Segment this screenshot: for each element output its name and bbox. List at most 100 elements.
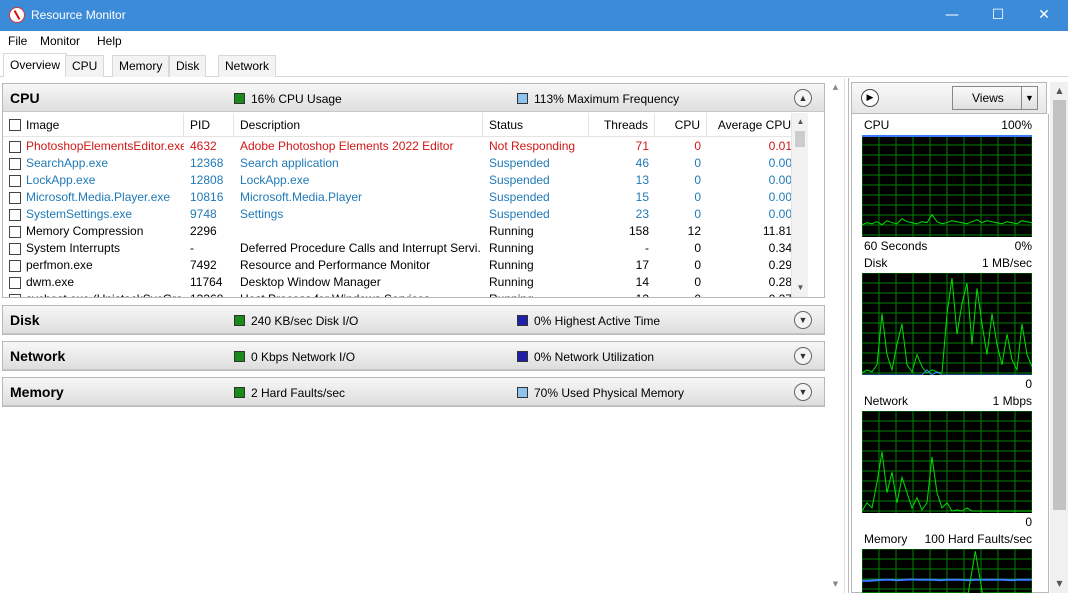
row-description: Settings (240, 207, 284, 221)
cpu-table-header: Image PID Description Status ˆ Threads C… (3, 113, 808, 137)
row-checkbox[interactable] (9, 226, 21, 238)
row-checkbox[interactable] (9, 175, 21, 187)
cpu-frequency-indicator (517, 93, 528, 104)
row-cpu: 0 (694, 207, 701, 221)
row-checkbox[interactable] (9, 209, 21, 221)
row-average-cpu: 11.81 (762, 224, 792, 238)
row-description: Adobe Photoshop Elements 2022 Editor (240, 139, 454, 153)
menu-help[interactable]: Help (97, 34, 122, 48)
main-scrollbar[interactable]: ▲ ▼ (827, 78, 844, 593)
row-checkbox[interactable] (9, 260, 21, 272)
expand-disk-chevron-down-icon[interactable]: ▼ (794, 311, 812, 329)
collapse-cpu-chevron-up-icon[interactable]: ▲ (794, 89, 812, 107)
network-section-header[interactable]: Network 0 Kbps Network I/O 0% Network Ut… (3, 342, 824, 370)
row-description: LockApp.exe (240, 173, 310, 187)
col-image[interactable]: Image (20, 113, 184, 137)
memory-graph-label: Memory (864, 532, 908, 546)
table-row[interactable]: Memory Compression 2296 Running 158 12 11.81 (3, 223, 808, 240)
table-row[interactable]: SearchApp.exe 12368 Search application Susp… (3, 155, 808, 172)
row-description: Desktop Window Manager (240, 275, 381, 289)
table-row[interactable]: Microsoft.Media.Player.exe 10816 Microsoft… (3, 189, 808, 206)
close-button[interactable]: ✕ (1021, 0, 1067, 31)
tab-network[interactable]: Network (218, 55, 277, 77)
memory-used-text: 70% Used Physical Memory (534, 386, 685, 400)
table-row[interactable]: perfmon.exe 7492 Resource and Performance … (3, 257, 808, 274)
col-threads[interactable]: Threads (589, 113, 655, 137)
disk-section-title: Disk (10, 312, 40, 328)
graph-scroll-up-arrow-icon[interactable]: ▲ (1051, 84, 1068, 98)
views-label: Views (972, 91, 1004, 105)
table-row[interactable]: System Interrupts - Deferred Procedure Cal… (3, 240, 808, 257)
disk-active-indicator (517, 315, 528, 326)
scroll-down-arrow-icon[interactable]: ▼ (792, 281, 808, 295)
row-average-cpu: 0.28 (768, 275, 792, 289)
scroll-thumb[interactable] (795, 131, 805, 147)
graph-panel-scrollbar[interactable]: ▲ ▼ (1050, 82, 1068, 593)
table-row[interactable]: LockApp.exe 12808 LockApp.exe Suspended 13 0 0… (3, 172, 808, 189)
minimize-button[interactable]: — (929, 0, 975, 31)
graph-scroll-thumb[interactable] (1053, 100, 1066, 510)
network-util-text: 0% Network Utilization (534, 350, 655, 364)
table-row[interactable]: svchost.exe (UnistackSvcGro... 13368 Host … (3, 291, 808, 297)
tab-disk[interactable]: Disk (169, 55, 207, 77)
row-cpu: 0 (694, 139, 701, 153)
row-cpu: 0 (694, 156, 701, 170)
memory-section-title: Memory (10, 384, 64, 400)
cpu-section-header[interactable]: CPU 16% CPU Usage 113% Maximum Frequency… (3, 84, 824, 112)
memory-section-header[interactable]: Memory 2 Hard Faults/sec 70% Used Physic… (3, 378, 824, 406)
row-checkbox[interactable] (9, 141, 21, 153)
row-checkbox[interactable] (9, 158, 21, 170)
col-pid[interactable]: PID (184, 113, 234, 137)
row-checkbox[interactable] (9, 294, 21, 297)
row-status: Suspended (489, 156, 550, 170)
views-dropdown-icon[interactable]: ▼ (1021, 87, 1037, 109)
row-pid: 12808 (190, 173, 224, 187)
tab-memory[interactable]: Memory (112, 55, 170, 77)
resource-monitor-app-icon (9, 7, 25, 23)
memory-faults-indicator (234, 387, 245, 398)
main-scroll-down-arrow-icon[interactable]: ▼ (827, 577, 844, 591)
row-checkbox[interactable] (9, 192, 21, 204)
network-util-indicator (517, 351, 528, 362)
maximize-button[interactable]: ☐ (975, 0, 1021, 31)
row-description: Deferred Procedure Calls and Interrupt S… (240, 241, 480, 255)
col-description[interactable]: Description (234, 113, 483, 137)
col-average-cpu[interactable]: Average CPU (707, 113, 798, 137)
sort-caret-icon: ˆ (530, 113, 533, 119)
table-row[interactable]: dwm.exe 11764 Desktop Window Manager Runnin… (3, 274, 808, 291)
row-status: Suspended (489, 173, 550, 187)
row-checkbox[interactable] (9, 277, 21, 289)
cpu-table-scrollbar[interactable]: ▲ ▼ (791, 113, 808, 297)
row-image: dwm.exe (26, 275, 75, 289)
expand-network-chevron-down-icon[interactable]: ▼ (794, 347, 812, 365)
row-checkbox[interactable] (9, 243, 21, 255)
cpu-usage-text: 16% CPU Usage (251, 92, 342, 106)
menu-monitor[interactable]: Monitor (40, 34, 80, 48)
col-cpu[interactable]: CPU (655, 113, 707, 137)
disk-section-header[interactable]: Disk 240 KB/sec Disk I/O 0% Highest Acti… (3, 306, 824, 334)
network-section-title: Network (10, 348, 66, 364)
row-status: Running (489, 275, 534, 289)
row-status: Not Responding (489, 139, 576, 153)
table-row[interactable]: PhotoshopElementsEditor.exe 4632 Adobe Pho… (3, 138, 808, 155)
table-row[interactable]: SystemSettings.exe 9748 Settings Suspended 2… (3, 206, 808, 223)
collapse-panel-arrow-icon[interactable]: ▶ (861, 89, 879, 107)
col-status[interactable]: Status (483, 113, 589, 137)
main-scroll-up-arrow-icon[interactable]: ▲ (827, 80, 844, 94)
row-description: Resource and Performance Monitor (240, 258, 431, 272)
row-description: Search application (240, 156, 339, 170)
row-threads: 158 (628, 224, 649, 238)
row-pid: 13368 (190, 291, 232, 297)
tab-cpu[interactable]: CPU (65, 55, 105, 77)
graph-scroll-down-arrow-icon[interactable]: ▼ (1051, 577, 1068, 591)
disk-graph-label: Disk (864, 256, 888, 270)
memory-section: Memory 2 Hard Faults/sec 70% Used Physic… (2, 377, 825, 407)
tab-overview[interactable]: Overview (3, 53, 68, 77)
menu-file[interactable]: File (8, 34, 27, 48)
scroll-up-arrow-icon[interactable]: ▲ (792, 115, 808, 129)
row-pid: 2296 (190, 224, 217, 238)
row-cpu: 0 (694, 258, 701, 272)
expand-memory-chevron-down-icon[interactable]: ▼ (794, 383, 812, 401)
row-threads: 71 (635, 139, 649, 153)
views-button[interactable]: Views ▼ (952, 86, 1038, 110)
